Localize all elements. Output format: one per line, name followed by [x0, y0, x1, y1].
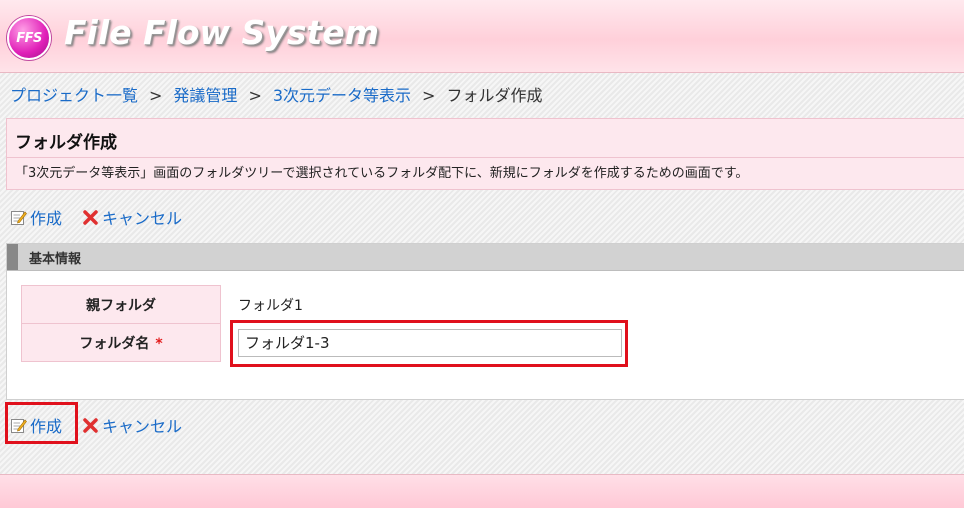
edit-note-icon [10, 209, 27, 226]
breadcrumb-3d-data-display[interactable]: 3次元データ等表示 [273, 86, 411, 105]
cancel-label: キャンセル [102, 209, 183, 228]
required-mark: * [155, 335, 163, 352]
page-title: フォルダ作成 [15, 133, 117, 153]
breadcrumb-proposal-management[interactable]: 発議管理 [173, 86, 237, 105]
parent-folder-value: フォルダ1 [238, 297, 303, 314]
breadcrumb: プロジェクト一覧 > 発議管理 >3次元データ等表示 > フォルダ作成 [10, 82, 542, 106]
red-x-icon [82, 209, 99, 226]
section-title: 基本情報 [29, 252, 82, 267]
breadcrumb-separator: > [248, 86, 262, 105]
cancel-button-top[interactable]: キャンセル [82, 205, 182, 229]
form-row-parent-folder: 親フォルダ フォルダ1 [21, 285, 623, 324]
breadcrumb-current: フォルダ作成 [446, 86, 543, 105]
top-action-bar: 作成 キャンセル [10, 205, 182, 229]
folder-name-label-cell: フォルダ名 * [21, 323, 221, 362]
page-description: 「3次元データ等表示」画面のフォルダツリーで選択されているフォルダ配下に、新規に… [7, 157, 964, 188]
app-footer [0, 474, 964, 508]
breadcrumb-separator: > [149, 86, 163, 105]
cancel-button-bottom[interactable]: キャンセル [82, 413, 182, 437]
page-title-box: フォルダ作成 「3次元データ等表示」画面のフォルダツリーで選択されているフォルダ… [6, 118, 964, 190]
create-button-top[interactable]: 作成 [10, 205, 62, 229]
cancel-label: キャンセル [102, 417, 183, 436]
ffs-logo-badge: FFS [7, 16, 51, 60]
folder-name-highlight-box [230, 320, 628, 367]
red-x-icon [82, 417, 99, 434]
parent-folder-label: 親フォルダ [21, 285, 221, 324]
create-button-highlight-box [5, 402, 78, 444]
section-header: 基本情報 [7, 244, 964, 271]
section-header-accent [7, 244, 18, 270]
folder-name-label: フォルダ名 [79, 335, 150, 352]
breadcrumb-project-list[interactable]: プロジェクト一覧 [10, 86, 138, 105]
app-header: FFS File Flow System [0, 0, 964, 73]
breadcrumb-separator: > [422, 86, 436, 105]
create-label: 作成 [30, 209, 63, 228]
app-title-logo: File Flow System [64, 13, 379, 52]
